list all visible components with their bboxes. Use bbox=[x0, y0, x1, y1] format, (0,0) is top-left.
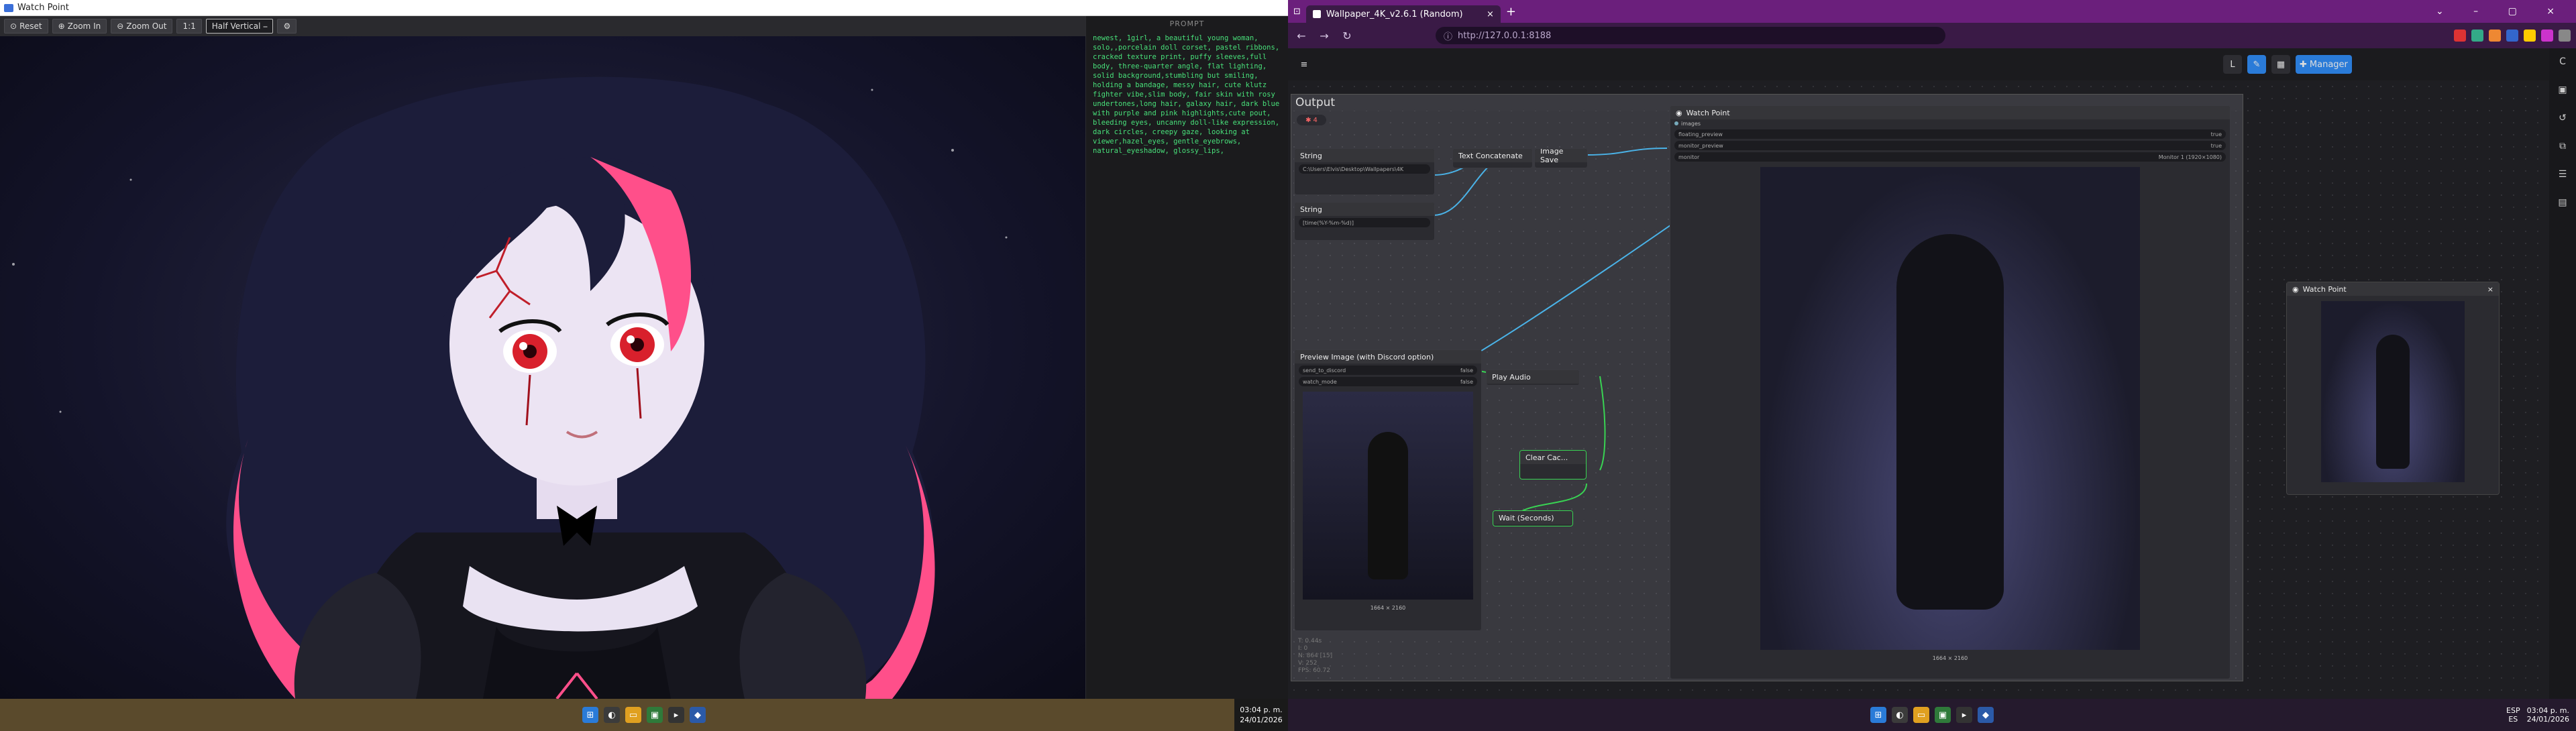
window-title: Watch Point bbox=[17, 3, 69, 13]
app-icon-blue[interactable]: ◆ bbox=[690, 707, 706, 723]
template-icon[interactable]: ▤ bbox=[2558, 197, 2567, 208]
workspace-icon[interactable]: ⊡ bbox=[1293, 7, 1301, 17]
clear-cache-node[interactable]: Clear Cac... bbox=[1519, 450, 1587, 480]
split-icon: ⎯ bbox=[263, 21, 268, 31]
window-controls[interactable]: ⌄ – ▢ × bbox=[2436, 6, 2576, 17]
floating-preview-widget[interactable]: floating_preview true bbox=[1674, 129, 2226, 139]
app-icon bbox=[4, 3, 13, 12]
close-icon[interactable]: × bbox=[2487, 285, 2493, 294]
app-icon-green[interactable]: ▣ bbox=[647, 707, 663, 723]
zoom-in-button[interactable]: ⊕ Zoom In bbox=[52, 19, 107, 34]
menu-icon[interactable] bbox=[2559, 30, 2571, 42]
canvas-stats: T: 0.44s I: 0 N: 864 [15] V: 252 FPS: 60… bbox=[1298, 638, 1333, 674]
wait-seconds-node[interactable]: Wait (Seconds) bbox=[1493, 510, 1573, 526]
comfy-toolbar: ≡ L ✎ ▦ ✚ Manager bbox=[1288, 48, 2549, 80]
half-vertical-button[interactable]: Half Vertical ⎯ bbox=[205, 19, 274, 34]
string-node-1[interactable]: String C:\Users\Elvis\Desktop\Wallpapers… bbox=[1294, 148, 1435, 195]
terminal-icon[interactable]: ▸ bbox=[1956, 707, 1972, 723]
left-window-titlebar: Watch Point bbox=[0, 0, 1288, 16]
image-save-node[interactable]: Image Save bbox=[1534, 148, 1588, 168]
right-sidebar: C ▣ ↺ ⧉ ☰ ▤ bbox=[2549, 48, 2576, 699]
eye-icon: ◉ bbox=[1676, 108, 1682, 117]
zoom-in-icon: ⊕ bbox=[58, 21, 65, 31]
queue-icon[interactable]: ☰ bbox=[2559, 169, 2567, 180]
play-audio-node[interactable]: Play Audio bbox=[1486, 370, 1580, 386]
back-icon[interactable]: ← bbox=[1293, 30, 1309, 42]
send-to-discord-widget[interactable]: send_to_discord false bbox=[1299, 366, 1477, 375]
new-tab-icon[interactable]: + bbox=[1506, 5, 1516, 19]
reset-icon: ⊙ bbox=[10, 21, 17, 31]
monitor-preview-widget[interactable]: monitor_preview true bbox=[1674, 141, 2226, 150]
folder-icon[interactable]: ▭ bbox=[625, 707, 641, 723]
extension-icon[interactable] bbox=[2506, 30, 2518, 42]
preview-dimensions: 1664 × 2160 bbox=[1370, 605, 1406, 611]
one-to-one-button[interactable]: 1:1 bbox=[176, 19, 202, 34]
prompt-panel: PROMPT newest, 1girl, a beautiful young … bbox=[1085, 16, 1288, 699]
image-icon[interactable]: ▣ bbox=[2558, 85, 2567, 95]
edge-icon[interactable]: ◐ bbox=[604, 707, 620, 723]
character-illustration bbox=[12, 76, 1008, 699]
output-group[interactable]: Output ✱ 4 String C:\Users\Elvis\Desktop\… bbox=[1291, 94, 2243, 681]
string-node-2[interactable]: String [time(%Y-%m-%d)] bbox=[1294, 202, 1435, 241]
node-library-button[interactable]: ▦ bbox=[2271, 55, 2290, 74]
right-clock[interactable]: ESP ES 03:04 p. m. 24/01/2026 bbox=[2489, 699, 2569, 731]
brush-button[interactable]: ✎ bbox=[2247, 55, 2266, 74]
history-icon[interactable]: ↺ bbox=[2559, 113, 2567, 123]
left-taskbar: ⊞ ◐ ▭ ▣ ▸ ◆ 03:04 p. m. 24/01/2026 bbox=[0, 699, 1288, 731]
prompt-header: PROMPT bbox=[1169, 19, 1205, 28]
start-icon[interactable]: ⊞ bbox=[582, 707, 598, 723]
node-icon[interactable]: ⧉ bbox=[2559, 141, 2566, 152]
right-taskbar: ⊞ ◐ ▭ ▣ ▸ ◆ ESP ES 03:04 p. m. 24/01/2026 bbox=[1288, 699, 2576, 731]
eye-icon: ◉ bbox=[2292, 284, 2299, 294]
monitor-widget[interactable]: monitor Monitor 1 (1920×1080) bbox=[1674, 152, 2226, 162]
forward-icon[interactable]: → bbox=[1316, 30, 1332, 42]
floating-watch-panel[interactable]: ◉ Watch Point × bbox=[2286, 282, 2500, 495]
watch-point-node[interactable]: ◉ Watch Point images floating_preview true… bbox=[1670, 105, 2231, 679]
browser-tab[interactable]: Wallpaper_4K_v2.6.1 (Random) × bbox=[1305, 5, 1501, 23]
extension-icon[interactable] bbox=[2471, 30, 2483, 42]
close-icon[interactable]: × bbox=[1487, 9, 1494, 19]
edge-icon[interactable]: ◐ bbox=[1892, 707, 1908, 723]
watch-dimensions: 1664 × 2160 bbox=[1932, 655, 1968, 661]
url-bar[interactable]: ⓘ http://127.0.0.1:8188 bbox=[1436, 27, 1945, 44]
text-concatenate-node[interactable]: Text Concatenate bbox=[1452, 148, 1533, 168]
watch-preview-image bbox=[1760, 167, 2140, 650]
app-icon-green[interactable]: ▣ bbox=[1935, 707, 1951, 723]
menu-icon[interactable]: ≡ bbox=[1295, 55, 1313, 74]
start-icon[interactable]: ⊞ bbox=[1870, 707, 1886, 723]
image-viewer[interactable] bbox=[0, 36, 1085, 699]
folder-icon[interactable]: ▭ bbox=[1913, 707, 1929, 723]
reset-button[interactable]: ⊙ Reset bbox=[4, 19, 48, 34]
settings-button[interactable]: ⚙ bbox=[277, 19, 297, 34]
watch-input-port[interactable]: images bbox=[1670, 119, 2230, 127]
extension-icon[interactable] bbox=[2541, 30, 2553, 42]
string-value-widget[interactable]: C:\Users\Elvis\Desktop\Wallpapers\4K bbox=[1299, 164, 1430, 174]
extension-icon[interactable] bbox=[2524, 30, 2536, 42]
logo-button[interactable]: L bbox=[2223, 55, 2242, 74]
zoom-out-button[interactable]: ⊖ Zoom Out bbox=[111, 19, 173, 34]
manager-button[interactable]: ✚ Manager bbox=[2296, 55, 2352, 74]
gear-icon: ⚙ bbox=[283, 21, 291, 31]
browser-tabbar: ⊡ Wallpaper_4K_v2.6.1 (Random) × + ⌄ – ▢… bbox=[1288, 0, 2576, 23]
preview-image-node[interactable]: Preview Image (with Discord option) send… bbox=[1294, 349, 1482, 631]
string-value-widget[interactable]: [time(%Y-%m-%d)] bbox=[1299, 218, 1430, 227]
browser-addressbar: ← → ↻ ⓘ http://127.0.0.1:8188 bbox=[1288, 23, 2576, 48]
puzzle-icon: ✚ bbox=[2300, 59, 2307, 70]
lock-icon: ⓘ bbox=[1444, 32, 1453, 42]
reload-icon[interactable]: ↻ bbox=[1339, 30, 1355, 42]
floating-preview-image bbox=[2321, 301, 2465, 482]
extension-icon[interactable] bbox=[2454, 30, 2466, 42]
extension-icon[interactable] bbox=[2489, 30, 2501, 42]
left-clock[interactable]: 03:04 p. m. 24/01/2026 bbox=[1234, 699, 1288, 731]
extensions bbox=[2454, 30, 2571, 42]
favicon bbox=[1312, 10, 1321, 18]
watch-mode-widget[interactable]: watch_mode false bbox=[1299, 377, 1477, 386]
terminal-icon[interactable]: ▸ bbox=[668, 707, 684, 723]
prompt-text[interactable]: newest, 1girl, a beautiful young woman, … bbox=[1086, 31, 1288, 158]
app-icon-blue[interactable]: ◆ bbox=[1978, 707, 1994, 723]
comfy-logo-icon[interactable]: C bbox=[2559, 56, 2566, 67]
zoom-out-icon: ⊖ bbox=[117, 21, 124, 31]
preview-thumbnail bbox=[1303, 392, 1473, 600]
